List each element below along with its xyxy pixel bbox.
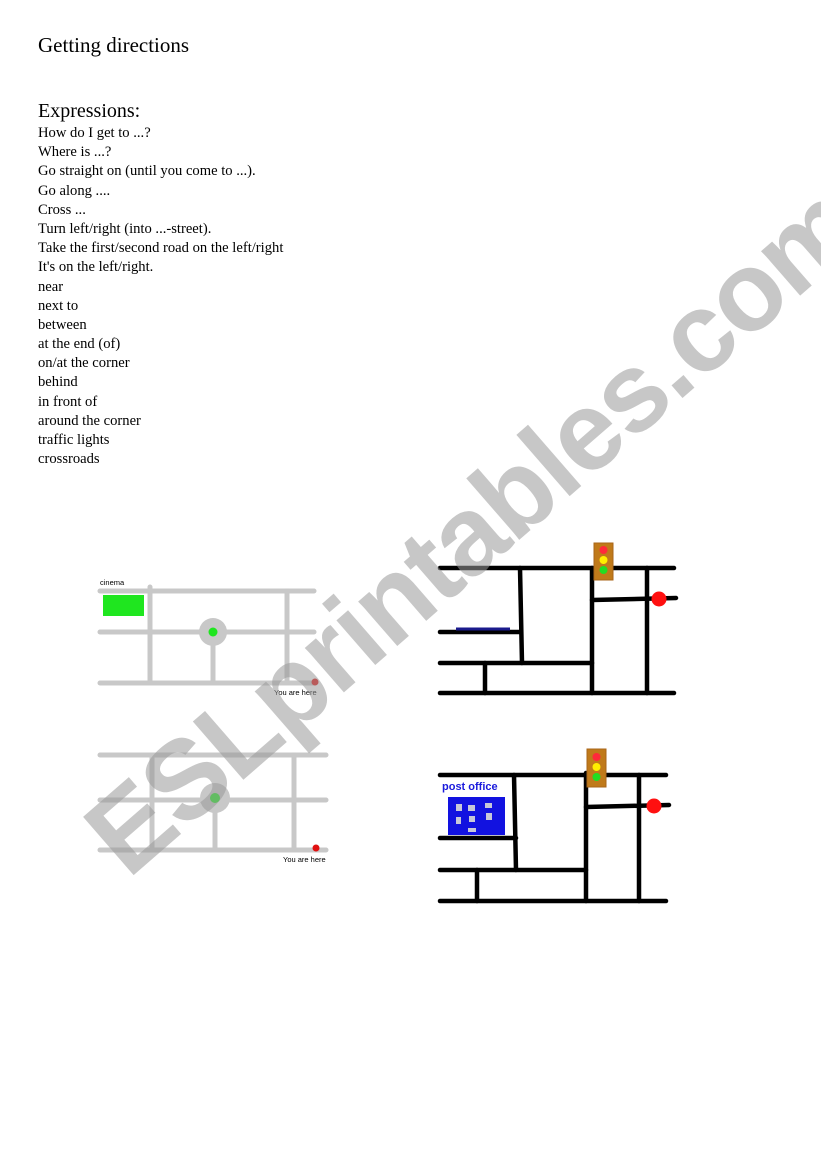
- expression-item: Turn left/right (into ...-street).: [38, 220, 212, 237]
- cinema-building: [103, 595, 144, 616]
- you-are-here-marker-icon: [646, 798, 662, 814]
- expression-item: Take the first/second road on the left/r…: [38, 240, 284, 257]
- expression-item: around the corner: [38, 412, 141, 429]
- roundabout-center-icon: [210, 793, 220, 803]
- expression-item: on/at the corner: [38, 355, 130, 372]
- expression-item: Cross ...: [38, 201, 86, 218]
- expression-item: traffic lights: [38, 432, 110, 448]
- expression-item: near: [38, 278, 64, 295]
- map-cinema: cinema You are here: [96, 575, 336, 700]
- expression-item: It's on the left/right.: [38, 259, 154, 276]
- expression-item: in front of: [38, 393, 98, 410]
- road: [517, 565, 525, 666]
- expression-item: between: [38, 316, 87, 333]
- cinema-label: cinema: [100, 578, 125, 587]
- traffic-light-icon: [593, 542, 614, 581]
- you-are-here-marker-icon: [312, 844, 320, 852]
- map-post-office-drawing: post office: [437, 748, 672, 904]
- map-traffic-lights: [436, 540, 686, 700]
- expressions-list: How do I get to ...? Where is ...? Go st…: [38, 124, 283, 469]
- expression-item: How do I get to ...?: [38, 125, 151, 141]
- post-office-building-icon: [448, 797, 505, 835]
- you-are-here-label: You are here: [274, 688, 317, 697]
- post-office-label: post office: [442, 781, 498, 793]
- map-roundabout: You are here: [96, 745, 336, 870]
- expressions-heading: Expressions:: [38, 100, 141, 122]
- expression-item: Where is ...?: [38, 144, 112, 161]
- you-are-here-label: You are here: [283, 855, 326, 864]
- map-roundabout-drawing: You are here: [97, 752, 329, 864]
- traffic-light-icon: [586, 748, 607, 788]
- map-cinema-drawing: cinema You are here: [97, 578, 319, 697]
- expression-item: Go straight on (until you come to ...).: [38, 163, 256, 180]
- map-traffic-lights-drawing: [437, 542, 679, 696]
- expression-item: crossroads: [38, 451, 100, 468]
- you-are-here-marker-icon: [651, 591, 667, 607]
- map-post-office: post office: [436, 745, 686, 910]
- expression-item: behind: [38, 374, 78, 391]
- document-title: Getting directions: [38, 33, 190, 57]
- expression-item: next to: [38, 297, 79, 314]
- you-are-here-marker-icon: [311, 678, 319, 686]
- expression-item: at the end (of): [38, 336, 121, 353]
- road: [511, 772, 519, 873]
- expression-item: Go along ....: [38, 182, 111, 199]
- roundabout-center-icon: [208, 627, 218, 637]
